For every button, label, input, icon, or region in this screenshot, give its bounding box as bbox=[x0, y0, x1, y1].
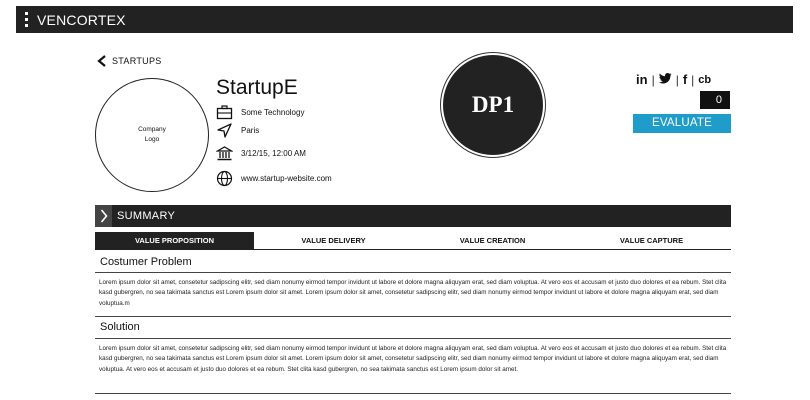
summary-header[interactable]: SUMMARY bbox=[95, 205, 731, 227]
dp-badge: DP1 bbox=[443, 55, 543, 155]
social-links: in | | f | cb bbox=[636, 72, 711, 87]
app-header: VENCORTEX bbox=[16, 6, 793, 33]
divider bbox=[95, 393, 731, 394]
crunchbase-icon[interactable]: cb bbox=[698, 74, 711, 86]
chevron-left-icon bbox=[97, 55, 106, 67]
twitter-icon[interactable] bbox=[658, 72, 672, 87]
startup-location: Paris bbox=[241, 126, 260, 135]
menu-icon[interactable] bbox=[25, 12, 29, 27]
briefcase-icon bbox=[216, 105, 233, 120]
separator: | bbox=[651, 72, 655, 87]
location-row: Paris bbox=[216, 122, 259, 139]
tab-value-proposition[interactable]: VALUE PROPOSITION bbox=[95, 232, 254, 249]
tab-value-capture[interactable]: VALUE CAPTURE bbox=[572, 232, 731, 249]
divider bbox=[95, 316, 731, 317]
location-arrow-icon bbox=[217, 123, 232, 138]
section-title-solution: Solution bbox=[100, 321, 140, 333]
evaluation-count: 0 bbox=[700, 91, 730, 109]
value-tabs: VALUE PROPOSITION VALUE DELIVERY VALUE C… bbox=[95, 232, 731, 250]
startup-name: StartupE bbox=[216, 76, 298, 99]
evaluate-button[interactable]: EVALUATE bbox=[633, 114, 731, 133]
tab-value-delivery[interactable]: VALUE DELIVERY bbox=[254, 232, 413, 249]
separator: | bbox=[691, 72, 695, 87]
industry-row: Some Technology bbox=[216, 104, 304, 121]
linkedin-icon[interactable]: in bbox=[636, 72, 648, 87]
tab-value-creation[interactable]: VALUE CREATION bbox=[413, 232, 572, 249]
section-text-problem: Lorem ipsum dolor sit amet, consetetur s… bbox=[99, 279, 727, 307]
chevron-right-icon[interactable] bbox=[95, 205, 112, 227]
section-title-problem: Costumer Problem bbox=[100, 256, 192, 268]
separator: | bbox=[675, 72, 679, 87]
summary-label: SUMMARY bbox=[117, 210, 176, 222]
section-text-solution: Lorem ipsum dolor sit amet, consetetur s… bbox=[99, 345, 727, 373]
back-label: STARTUPS bbox=[112, 56, 162, 66]
divider bbox=[95, 272, 731, 273]
date-row: 3/12/15, 12:00 AM bbox=[216, 145, 306, 162]
startup-date: 3/12/15, 12:00 AM bbox=[241, 149, 306, 158]
facebook-icon[interactable]: f bbox=[683, 72, 687, 87]
startup-industry: Some Technology bbox=[241, 108, 305, 117]
dp-badge-text: DP1 bbox=[471, 92, 515, 117]
divider bbox=[95, 338, 731, 339]
website-row: www.startup-website.com bbox=[216, 170, 332, 187]
app-title: VENCORTEX bbox=[37, 11, 126, 28]
back-to-startups-link[interactable]: STARTUPS bbox=[97, 55, 162, 67]
globe-icon bbox=[216, 170, 233, 187]
company-logo: Company Logo bbox=[95, 78, 209, 192]
startup-website[interactable]: www.startup-website.com bbox=[241, 174, 332, 183]
institution-icon bbox=[216, 146, 233, 161]
